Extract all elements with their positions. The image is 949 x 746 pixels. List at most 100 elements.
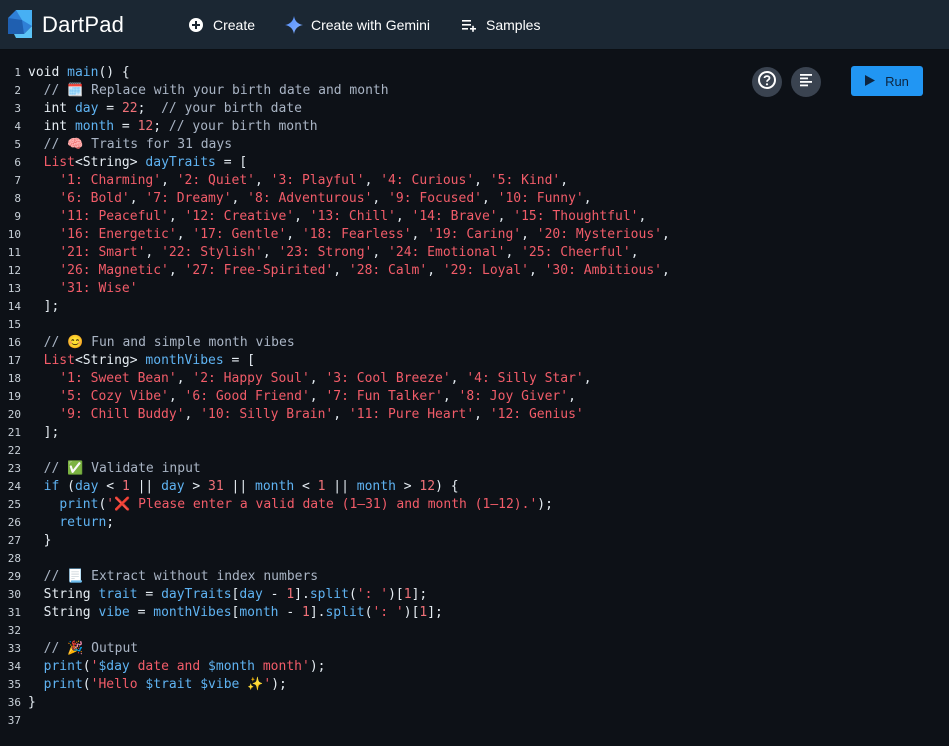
code-line[interactable]: 36}: [0, 694, 949, 712]
line-number: 27: [7, 534, 21, 547]
samples-label: Samples: [486, 17, 541, 33]
code-token: '7: Fun Talker': [325, 389, 443, 404]
code-line[interactable]: 20 '9: Chill Buddy', '10: Silly Brain', …: [0, 406, 949, 424]
code-line[interactable]: 30 String trait = dayTraits[day - 1].spl…: [0, 586, 949, 604]
gemini-label: Create with Gemini: [311, 17, 431, 33]
run-button[interactable]: Run: [851, 66, 923, 96]
code-token: 12: [419, 479, 436, 494]
code-token: // 📃 Extract without index numbers: [28, 569, 319, 584]
code-token: '29: Loyal': [442, 263, 529, 278]
code-token: '14: Brave': [411, 209, 498, 224]
code-token: month: [239, 605, 279, 620]
code-line[interactable]: 33 // 🎉 Output: [0, 640, 949, 658]
code-line[interactable]: 27 }: [0, 532, 949, 550]
format-button[interactable]: [791, 67, 821, 97]
code-line[interactable]: 11 '21: Smart', '22: Stylish', '23: Stro…: [0, 244, 949, 262]
code-token: = [: [215, 155, 248, 170]
code-token: ,: [560, 173, 569, 188]
code-line[interactable]: 5 // 🧠 Traits for 31 days: [0, 136, 949, 154]
code-lines[interactable]: 1 void main() {2 // 🗓️ Replace with your …: [0, 64, 949, 730]
code-line[interactable]: 9 '11: Peaceful', '12: Creative', '13: C…: [0, 208, 949, 226]
code-token: 12: [137, 119, 154, 134]
code-token: )[: [388, 587, 404, 602]
code-text: '31: Wise': [28, 280, 138, 298]
run-label: Run: [885, 73, 909, 89]
code-token: );: [271, 677, 287, 692]
code-token: ];: [427, 605, 443, 620]
code-text: '6: Bold', '7: Dreamy', '8: Adventurous'…: [28, 190, 592, 208]
code-token: '5: Kind': [489, 173, 561, 188]
code-line[interactable]: 15: [0, 316, 949, 334]
code-line[interactable]: 17 List<String> monthVibes = [: [0, 352, 949, 370]
code-line[interactable]: 32: [0, 622, 949, 640]
code-editor[interactable]: 1 void main() {2 // 🗓️ Replace with your …: [0, 50, 949, 746]
code-line[interactable]: 31 String vibe = monthVibes[month - 1].s…: [0, 604, 949, 622]
code-line[interactable]: 10 '16: Energetic', '17: Gentle', '18: F…: [0, 226, 949, 244]
code-line[interactable]: 19 '5: Cozy Vibe', '6: Good Friend', '7:…: [0, 388, 949, 406]
code-token: '31: Wise': [59, 281, 138, 296]
code-token: ,: [168, 389, 185, 404]
code-token: ;: [137, 101, 162, 116]
code-line[interactable]: 29 // 📃 Extract without index numbers: [0, 568, 949, 586]
code-token: ,: [442, 389, 459, 404]
code-token: =: [114, 119, 138, 134]
play-icon: [865, 74, 876, 89]
dart-logo-icon: [8, 10, 32, 38]
code-text: // 🧠 Traits for 31 days: [28, 136, 232, 154]
code-token: ,: [372, 191, 389, 206]
code-token: split: [309, 587, 349, 602]
create-with-gemini-button[interactable]: Create with Gemini: [285, 14, 430, 36]
code-token: <: [98, 479, 122, 494]
help-button[interactable]: [752, 67, 782, 97]
code-token: ,: [395, 209, 412, 224]
code-line[interactable]: 6 List<String> dayTraits = [: [0, 154, 949, 172]
code-text: if (day < 1 || day > 31 || month < 1 || …: [28, 478, 459, 496]
code-line[interactable]: 22: [0, 442, 949, 460]
create-button[interactable]: Create: [187, 14, 255, 36]
line-number: 1: [14, 66, 21, 79]
code-token: ,: [583, 191, 592, 206]
code-line[interactable]: 16 // 😊 Fun and simple month vibes: [0, 334, 949, 352]
code-line[interactable]: 4 int month = 12; // your birth month: [0, 118, 949, 136]
code-line[interactable]: 21 ];: [0, 424, 949, 442]
code-line[interactable]: 13 '31: Wise': [0, 280, 949, 298]
code-token: month: [356, 479, 396, 494]
code-token: = [: [223, 353, 256, 368]
code-line[interactable]: 37: [0, 712, 949, 730]
code-line[interactable]: 25 print('❌ Please enter a valid date (1…: [0, 496, 949, 514]
code-line[interactable]: 23 // ✅ Validate input: [0, 460, 949, 478]
code-token: ,: [521, 227, 537, 242]
code-line[interactable]: 18 '1: Sweet Bean', '2: Happy Soul', '3:…: [0, 370, 949, 388]
line-number: 24: [7, 480, 21, 493]
code-token: ,: [168, 263, 185, 278]
code-token: ,: [161, 173, 177, 188]
code-line[interactable]: 7 '1: Charming', '2: Quiet', '3: Playful…: [0, 172, 949, 190]
code-token: '6: Good Friend': [184, 389, 310, 404]
code-token: ,: [505, 245, 522, 260]
code-line[interactable]: 34 print('$day date and $month month');: [0, 658, 949, 676]
line-number: 35: [7, 678, 21, 691]
samples-button[interactable]: Samples: [460, 14, 540, 36]
code-token: '3: Cool Breeze': [325, 371, 451, 386]
code-token: 1: [286, 587, 295, 602]
help-icon: [757, 70, 777, 95]
code-token: ✨': [239, 677, 272, 692]
code-line[interactable]: 35 print('Hello $trait $vibe ✨');: [0, 676, 949, 694]
code-line[interactable]: 14 ];: [0, 298, 949, 316]
line-number: 10: [7, 228, 21, 241]
code-line[interactable]: 3 int day = 22; // your birth date: [0, 100, 949, 118]
code-line[interactable]: 26 return;: [0, 514, 949, 532]
code-text: return;: [28, 514, 114, 532]
code-line[interactable]: 12 '26: Magnetic', '27: Free-Spirited', …: [0, 262, 949, 280]
code-line[interactable]: 28: [0, 550, 949, 568]
code-token: ,: [630, 245, 639, 260]
code-token: date and: [129, 659, 209, 674]
code-line[interactable]: 8 '6: Bold', '7: Dreamy', '8: Adventurou…: [0, 190, 949, 208]
code-token: '11: Pure Heart': [348, 407, 475, 422]
code-line[interactable]: 24 if (day < 1 || day > 31 || month < 1 …: [0, 478, 949, 496]
code-token: // 😊 Fun and simple month vibes: [28, 335, 295, 350]
code-token: String: [28, 587, 99, 602]
code-token: day: [239, 587, 263, 602]
